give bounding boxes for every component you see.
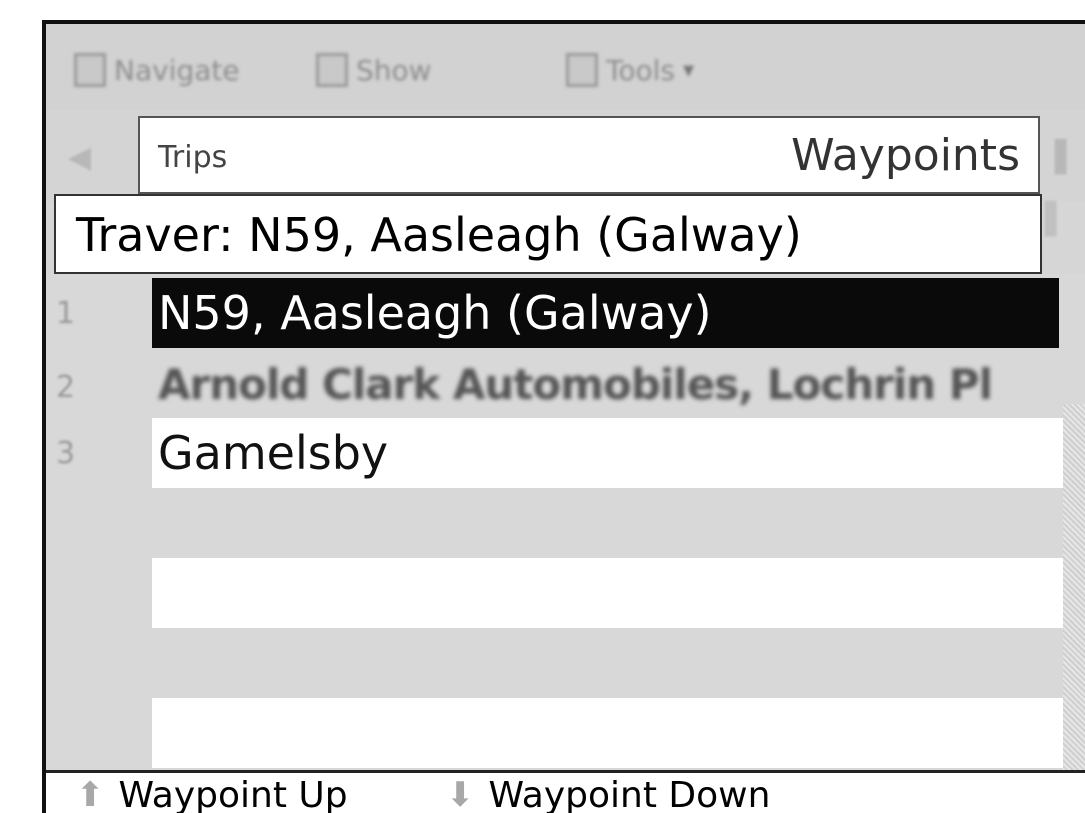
show-label: Show <box>356 53 432 87</box>
list-item-empty[interactable] <box>152 558 1085 628</box>
waypoint-label: Arnold Clark Automobiles, Lochrin Pl <box>158 360 993 409</box>
waypoint-down-button[interactable]: ⬇ Waypoint Down <box>446 774 771 813</box>
tools-icon <box>566 53 598 87</box>
show-button[interactable]: Show <box>316 48 432 92</box>
arrow-down-icon: ⬇ <box>446 775 475 813</box>
waypoint-label: N59, Aasleagh (Galway) <box>158 286 712 340</box>
side-panel-edge: ▌ <box>1045 202 1069 237</box>
tab-trips[interactable]: Trips <box>158 140 227 175</box>
waypoint-label: Gamelsby <box>158 426 389 480</box>
bottom-bar: ⬆ Waypoint Up ⬇ Waypoint Down <box>46 770 1085 813</box>
navigate-button[interactable]: Navigate <box>74 48 240 92</box>
arrow-up-icon: ⬆ <box>76 775 105 813</box>
app-window: Navigate Show Tools ▾ ◀ Trips Waypoints … <box>42 20 1085 813</box>
row-number: 2 <box>56 370 76 405</box>
list-item[interactable]: 3 Gamelsby <box>56 418 1085 488</box>
trip-title: Traver: N59, Aasleagh (Galway) <box>76 208 802 262</box>
waypoint-list: 1 N59, Aasleagh (Galway) 2 Arnold Clark … <box>46 274 1085 773</box>
show-icon <box>316 53 348 87</box>
toolbar: Navigate Show Tools ▾ <box>46 24 1085 110</box>
tools-label: Tools <box>606 53 675 87</box>
row-number: 1 <box>56 296 76 331</box>
trip-title-bar: Traver: N59, Aasleagh (Galway) <box>54 194 1042 274</box>
tab-strip: ◀ Trips Waypoints ▌ <box>46 110 1085 202</box>
list-item-empty[interactable] <box>152 698 1085 768</box>
list-item[interactable]: 1 N59, Aasleagh (Galway) <box>56 278 1059 348</box>
waypoint-up-label: Waypoint Up <box>118 774 348 813</box>
navigate-icon <box>74 53 106 87</box>
list-item-empty[interactable] <box>152 628 1085 698</box>
chevron-down-icon: ▾ <box>682 57 695 83</box>
tools-button[interactable]: Tools ▾ <box>566 48 694 92</box>
scroll-right-icon[interactable]: ▌ <box>1055 140 1085 180</box>
navigate-label: Navigate <box>114 53 240 87</box>
scrollbar[interactable] <box>1063 404 1085 773</box>
row-number: 3 <box>56 436 76 471</box>
tab-header: Trips Waypoints <box>138 116 1040 194</box>
waypoint-down-label: Waypoint Down <box>488 774 771 813</box>
waypoint-up-button[interactable]: ⬆ Waypoint Up <box>76 774 348 813</box>
list-item[interactable]: 2 Arnold Clark Automobiles, Lochrin Pl <box>56 352 1085 422</box>
tab-waypoints[interactable]: Waypoints <box>791 130 1020 181</box>
scroll-left-icon[interactable]: ◀ <box>68 140 94 180</box>
list-item-empty[interactable] <box>152 488 1085 558</box>
